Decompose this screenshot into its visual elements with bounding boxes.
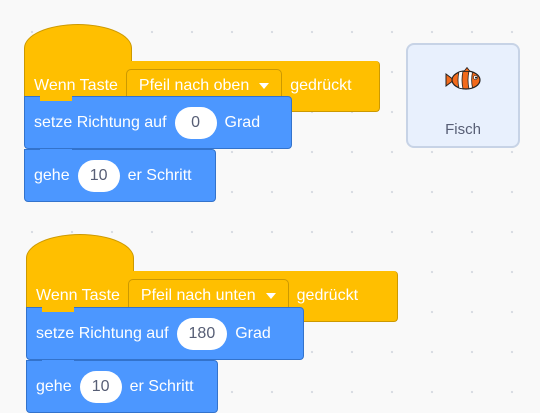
steps-input[interactable]: 10 <box>77 159 120 192</box>
dropdown-arrow-icon <box>265 293 276 299</box>
clownfish-icon <box>445 66 481 90</box>
point-in-direction-block[interactable]: setze Richtung auf 180 Grad <box>26 307 304 360</box>
key-dropdown-value: Pfeil nach oben <box>138 77 250 94</box>
direction-block-label: setze Richtung auf <box>36 324 169 342</box>
hat-block-suffix: gedrückt <box>296 287 359 304</box>
script-key-down[interactable]: Wenn Taste Pfeil nach unten gedrückt set… <box>26 234 398 413</box>
direction-input[interactable]: 180 <box>176 317 228 350</box>
hat-block-label: Wenn Taste <box>36 287 120 304</box>
hat-block-cap[interactable] <box>24 24 132 62</box>
steps-input[interactable]: 10 <box>79 370 122 403</box>
block-notch <box>42 307 74 312</box>
move-block-suffix: er Schritt <box>127 166 192 184</box>
direction-block-label: setze Richtung auf <box>34 113 167 131</box>
dropdown-arrow-icon <box>259 83 270 89</box>
move-steps-block[interactable]: gehe 10 er Schritt <box>24 149 216 202</box>
block-notch <box>40 96 72 101</box>
move-block-label: gehe <box>36 377 72 395</box>
direction-input[interactable]: 0 <box>174 106 217 139</box>
move-block-label: gehe <box>34 166 70 184</box>
direction-block-suffix: Grad <box>235 324 271 342</box>
script-key-up[interactable]: Wenn Taste Pfeil nach oben gedrückt setz… <box>24 24 384 210</box>
sprite-tile-fisch[interactable]: Fisch <box>406 43 520 148</box>
hat-block-cap[interactable] <box>26 234 134 272</box>
key-dropdown-value: Pfeil nach unten <box>140 287 256 304</box>
point-in-direction-block[interactable]: setze Richtung auf 0 Grad <box>24 96 292 149</box>
move-block-suffix: er Schritt <box>129 377 194 395</box>
hat-block-suffix: gedrückt <box>290 77 352 94</box>
move-steps-block[interactable]: gehe 10 er Schritt <box>26 360 218 413</box>
block-notch <box>42 360 74 365</box>
block-notch <box>40 149 72 154</box>
direction-block-suffix: Grad <box>224 113 261 131</box>
hat-block-label: Wenn Taste <box>34 77 118 94</box>
sprite-name: Fisch <box>445 121 481 138</box>
